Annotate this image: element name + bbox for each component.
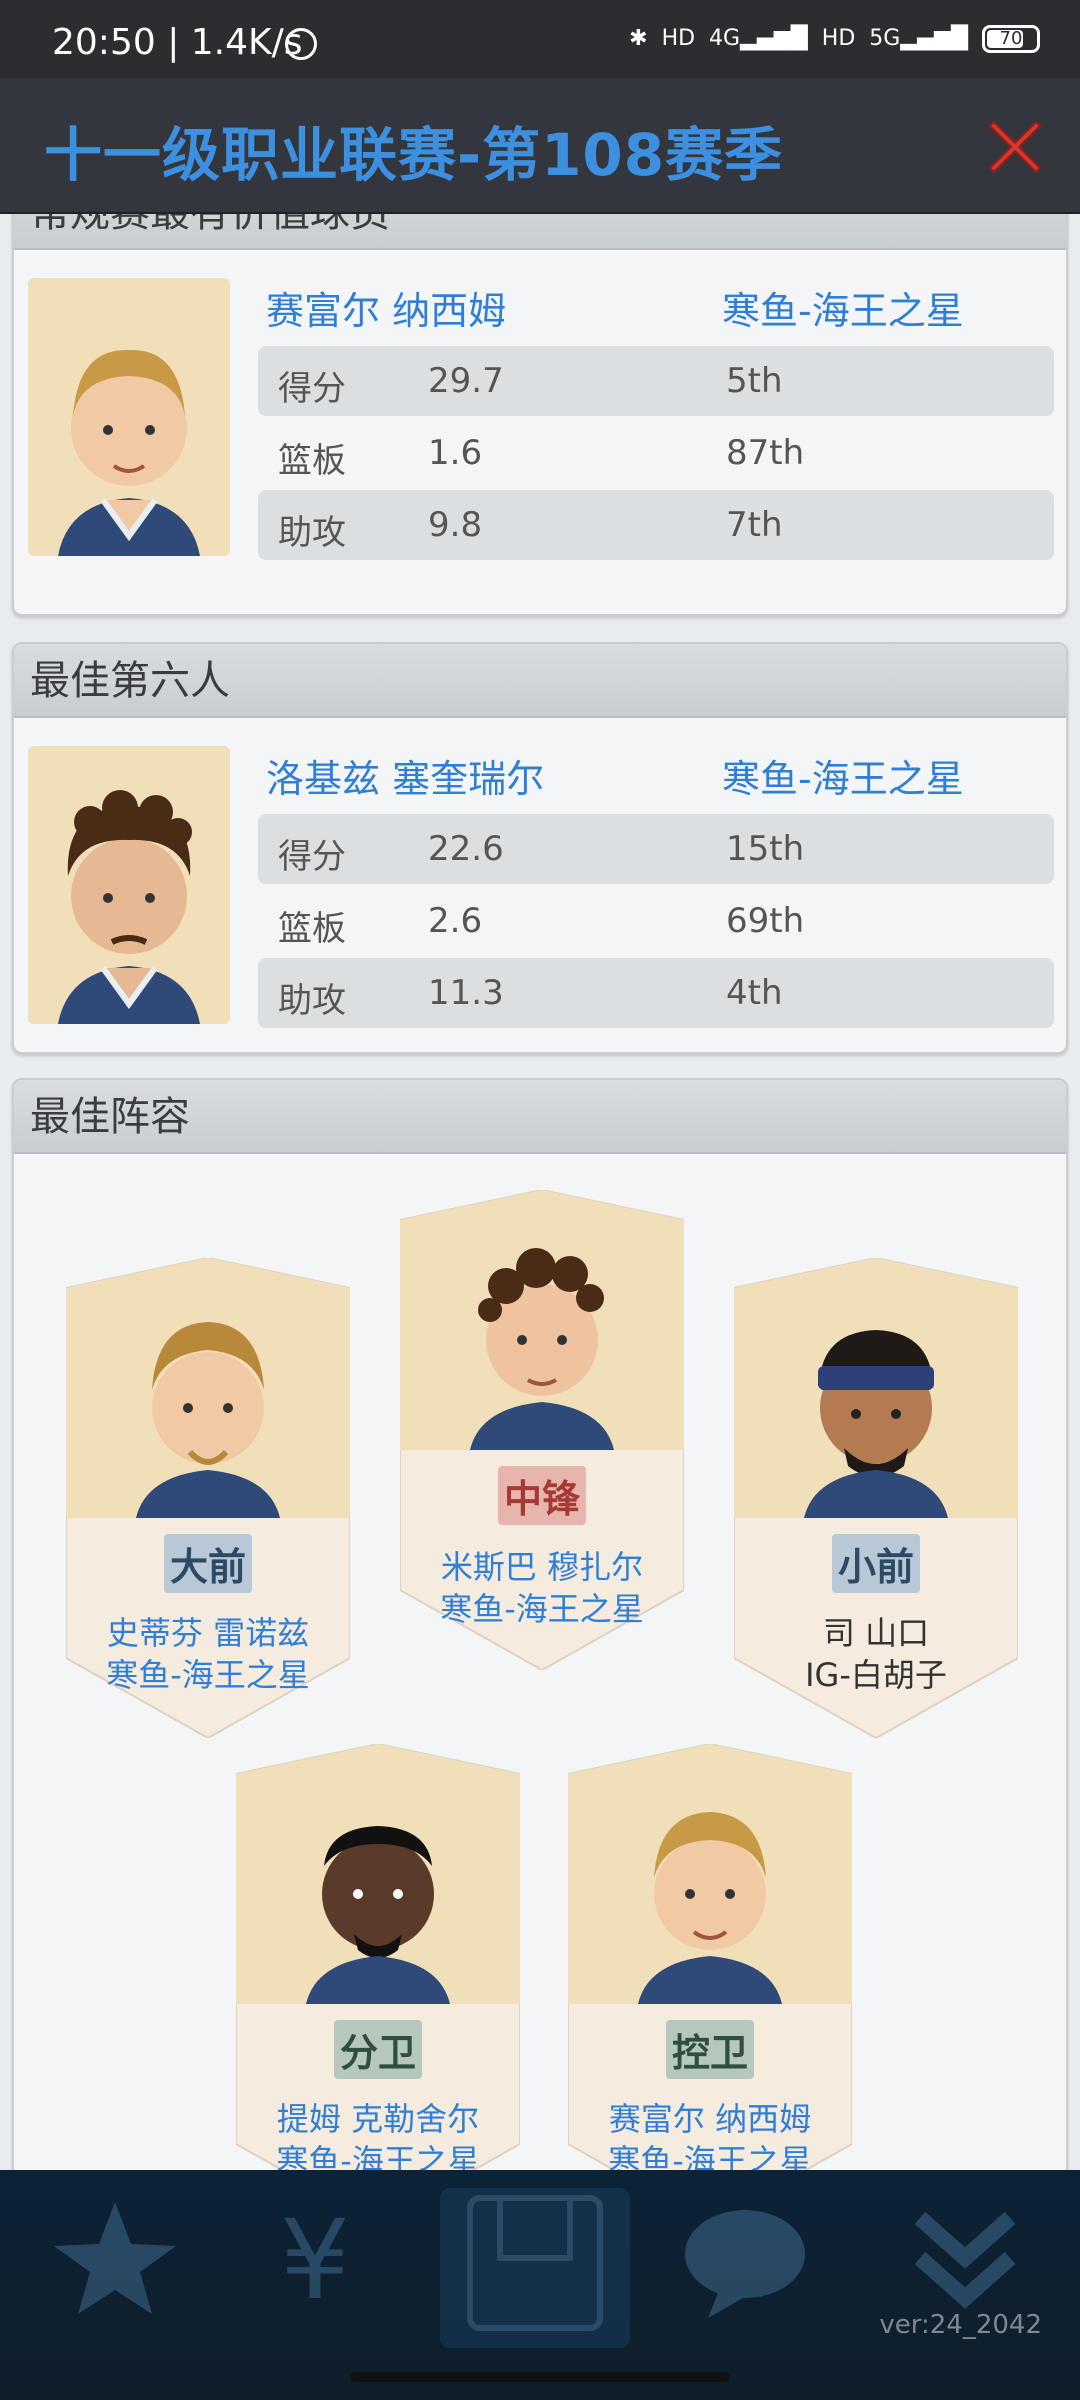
player-name: 赛富尔 纳西姆 [608,2100,812,2138]
lineup-card-power-forward[interactable]: 大前 史蒂芬 雷诺兹 寒鱼-海王之星 [66,1258,350,1738]
status-bar: 20:50 | 1.4K/s ✱ HD 4G▂▄▆█ HD 5G▂▄▆█ 70 [0,0,1080,78]
bluetooth-icon: ✱ [629,26,648,51]
nav-court-icon[interactable] [440,2188,630,2348]
hd-badge-2: HD [821,26,856,51]
sixth-man-team-name[interactable]: 寒鱼-海王之星 [722,748,964,803]
player-name: 司 山口 [822,1614,930,1652]
sixth-man-heading: 最佳第六人 [14,644,1066,718]
team-name: 寒鱼-海王之星 [608,2142,812,2170]
version-label: ver:24_2042 [879,2310,1042,2340]
battery-icon: 70 [982,25,1040,53]
lineup-card-point-guard[interactable]: 控卫 赛富尔 纳西姆 寒鱼-海王之星 [568,1744,852,2170]
team-name: 寒鱼-海王之星 [440,1590,644,1628]
mvp-player-name[interactable]: 赛富尔 纳西姆 [266,280,506,335]
team-name: IG-白胡子 [805,1656,947,1694]
hd-badge: HD [661,26,696,51]
mvp-avatar [28,278,230,556]
svg-text:¥: ¥ [280,2196,350,2324]
position-label: 小前 [831,1534,921,1593]
sixth-man-avatar [28,746,230,1024]
power-forward-avatar [136,1322,280,1518]
player-name: 米斯巴 穆扎尔 [440,1548,644,1586]
mvp-team-name[interactable]: 寒鱼-海王之星 [722,280,964,335]
team-name: 寒鱼-海王之星 [276,2142,480,2170]
nav-star-icon[interactable] [30,2188,200,2348]
signal-5g-icon: 5G▂▄▆█ [869,26,968,51]
mvp-panel: 常规赛最有价值球员 赛富尔 纳西姆 寒鱼-海王之星 得分29.75th 篮板1.… [12,214,1068,616]
sixth-man-stat-points: 得分 22.6 15th [258,814,1054,884]
lineup-panel: 最佳阵容 大前 史蒂芬 雷诺兹 寒鱼-海王之星 中锋 米斯巴 穆扎尔 寒鱼-海王… [12,1078,1068,2170]
mvp-stat-points: 得分 29.7 5th [258,346,1054,416]
mvp-stat-rebounds: 篮板 1.6 87th [278,433,805,481]
shooting-guard-avatar [306,1826,450,2004]
status-time: 20:50 | 1.4K/s [52,22,303,63]
sixth-man-stat-rebounds: 篮板 2.6 69th [278,901,805,949]
position-label: 中锋 [497,1466,587,1525]
sixth-man-player-name[interactable]: 洛基兹 塞奎瑞尔 [266,748,544,803]
sixth-man-panel: 最佳第六人 洛基兹 塞奎瑞尔 寒鱼-海王之星 得分22.615th 篮板2 [12,642,1068,1054]
page-title: 十一级职业联赛-第108赛季 [44,121,784,189]
lineup-card-small-forward[interactable]: 小前 司 山口 IG-白胡子 [734,1258,1018,1738]
center-avatar [470,1248,614,1450]
team-name: 寒鱼-海王之星 [106,1656,310,1694]
lineup-heading: 最佳阵容 [14,1080,1066,1154]
small-forward-avatar [804,1330,948,1518]
lineup-card-center[interactable]: 中锋 米斯巴 穆扎尔 寒鱼-海王之星 [400,1190,684,1670]
mvp-heading: 常规赛最有价值球员 [14,214,1066,250]
nav-money-icon[interactable]: ¥ [230,2188,400,2348]
position-label: 大前 [163,1534,253,1593]
status-icons: ✱ HD 4G▂▄▆█ HD 5G▂▄▆█ 70 [629,24,1040,54]
position-label: 分卫 [333,2020,423,2079]
sixth-man-stat-assists: 助攻 11.3 4th [258,958,1054,1028]
player-name: 提姆 克勒舍尔 [276,2100,480,2138]
alarm-icon [285,28,317,60]
nav-chat-icon[interactable] [660,2188,830,2348]
home-indicator[interactable] [350,2372,730,2382]
point-guard-avatar [638,1812,782,2004]
content-area[interactable]: 常规赛最有价值球员 赛富尔 纳西姆 寒鱼-海王之星 得分29.75th 篮板1.… [0,214,1080,2170]
signal-4g-icon: 4G▂▄▆█ [709,26,808,51]
position-label: 控卫 [665,2020,755,2079]
bottom-nav: ¥ ver:24_2042 [0,2170,1080,2400]
close-icon[interactable] [980,112,1050,182]
title-bar: 十一级职业联赛-第108赛季 [0,78,1080,214]
player-name: 史蒂芬 雷诺兹 [106,1614,310,1652]
mvp-stat-assists: 助攻 9.8 7th [258,490,1054,560]
lineup-card-shooting-guard[interactable]: 分卫 提姆 克勒舍尔 寒鱼-海王之星 [236,1744,520,2170]
